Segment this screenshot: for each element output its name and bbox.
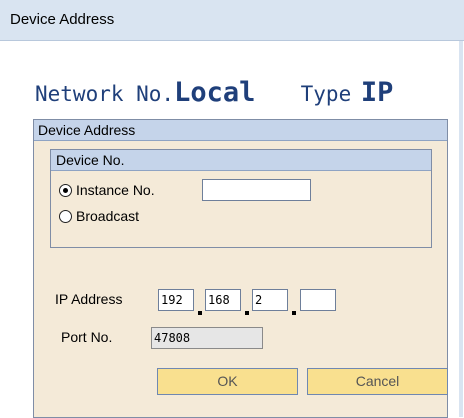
port-no-label: Port No. — [61, 329, 113, 345]
window-title: Device Address — [10, 11, 115, 28]
network-value: Local — [174, 77, 256, 108]
ip-separator-dot — [292, 311, 296, 315]
ip-separator-dot — [198, 311, 202, 315]
instance-no-radio[interactable]: Instance No. — [59, 181, 155, 199]
instance-no-input[interactable] — [202, 179, 311, 201]
radio-unselected-icon — [59, 209, 72, 223]
device-address-group-header: Device Address — [34, 120, 447, 141]
type-value: IP — [360, 77, 394, 108]
device-no-group-title: Device No. — [56, 152, 125, 168]
ip-octet-2[interactable] — [205, 289, 241, 311]
device-address-group-title: Device Address — [38, 122, 136, 138]
ip-octet-4[interactable] — [300, 289, 336, 311]
cancel-button[interactable]: Cancel — [307, 368, 448, 395]
network-label: Network No. — [35, 82, 175, 106]
ip-address-label: IP Address — [55, 291, 123, 307]
ip-octet-3[interactable] — [252, 289, 288, 311]
broadcast-radio[interactable]: Broadcast — [59, 207, 139, 225]
broadcast-label: Broadcast — [76, 208, 140, 224]
network-header: Network No.Local Type IP — [35, 77, 393, 108]
instance-no-label: Instance No. — [76, 182, 155, 198]
title-bar: Device Address — [0, 0, 464, 41]
port-no-field — [151, 327, 263, 349]
ip-separator-dot — [245, 311, 249, 315]
type-label: Type — [300, 82, 352, 106]
device-no-group-header: Device No. — [51, 150, 431, 171]
device-no-group: Device No. Instance No. Broadcast — [50, 149, 432, 248]
ip-octet-1[interactable] — [158, 289, 194, 311]
radio-selected-icon — [59, 183, 72, 197]
ok-button[interactable]: OK — [157, 368, 298, 395]
